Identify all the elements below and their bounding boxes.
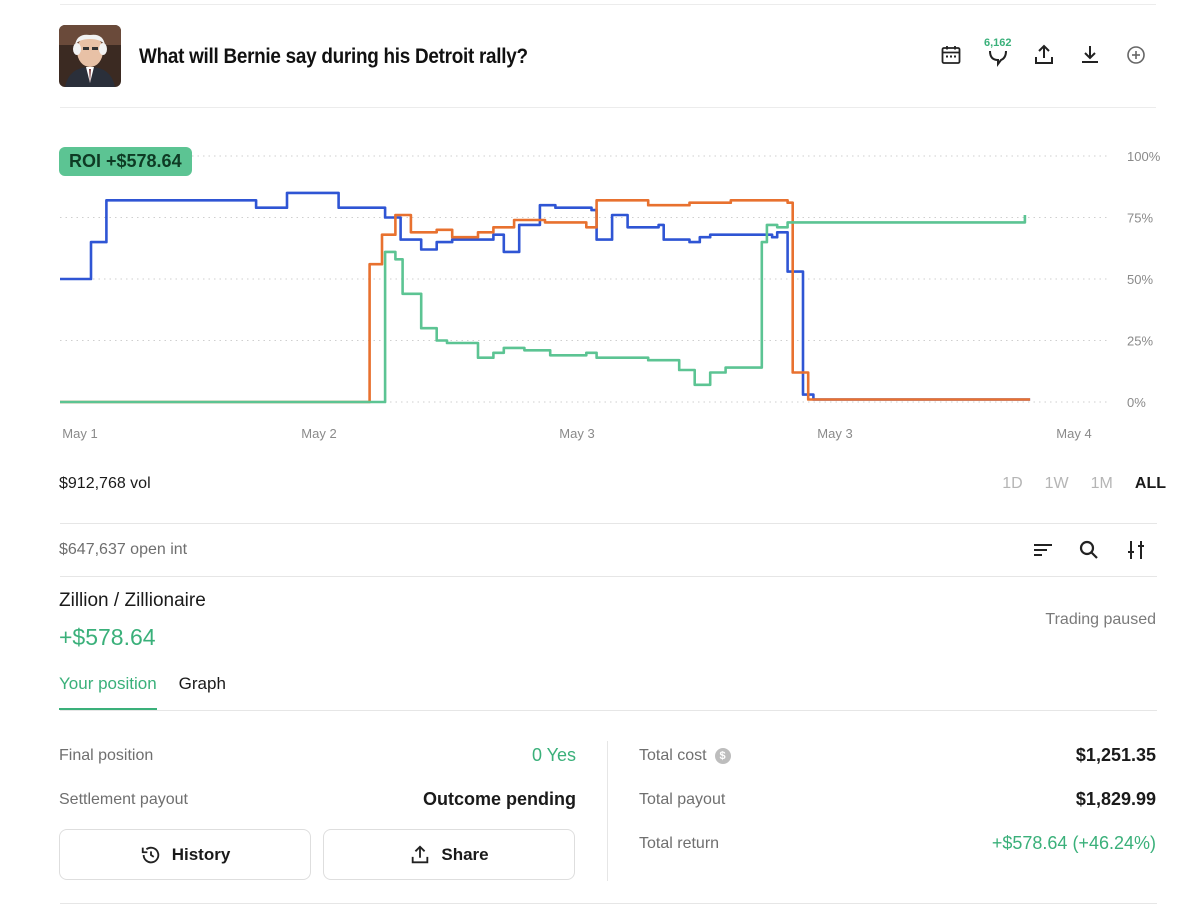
dollar-info-icon[interactable]: $	[714, 747, 731, 764]
range-1w[interactable]: 1W	[1045, 475, 1069, 493]
tab-graph[interactable]: Graph	[179, 674, 226, 710]
section-divider	[60, 710, 1157, 711]
total-payout-value: $1,829.99	[1075, 789, 1156, 809]
final-position-label: Final position	[59, 747, 154, 764]
history-button-label: History	[171, 844, 231, 864]
total-return-label: Total return	[639, 835, 720, 852]
y-tick-label: 25%	[1127, 334, 1153, 349]
market-avatar	[59, 25, 121, 87]
sort-icon[interactable]	[1031, 538, 1055, 562]
adjust-icon[interactable]	[1124, 538, 1148, 562]
series-line-2	[60, 199, 1031, 404]
add-circle-icon[interactable]	[1124, 43, 1148, 67]
section-divider	[60, 523, 1157, 524]
settlement-value: Outcome pending	[423, 789, 576, 809]
y-tick-label: 50%	[1127, 272, 1153, 287]
total-payout-label: Total payout	[639, 791, 726, 808]
share-button[interactable]: Share	[323, 829, 575, 880]
y-tick-label: 100%	[1127, 149, 1161, 164]
market-title: What will Bernie say during his Detroit …	[139, 45, 528, 68]
calendar-icon[interactable]	[939, 43, 963, 67]
bottom-divider	[60, 903, 1157, 904]
range-1d[interactable]: 1D	[1002, 475, 1022, 493]
series-line-3	[60, 215, 1027, 404]
x-tick-label: May 4	[1056, 426, 1091, 441]
roi-badge: ROI +$578.64	[59, 147, 192, 176]
upload-icon[interactable]	[1032, 43, 1056, 67]
history-button[interactable]: History	[59, 829, 311, 880]
comment-icon[interactable]	[986, 43, 1010, 67]
open-interest-label: $647,637 open int	[59, 541, 188, 558]
final-position-value: 0 Yes	[531, 745, 576, 765]
section-divider	[60, 576, 1157, 577]
x-tick-label: May 2	[301, 426, 336, 441]
position-tabs: Your position Graph	[59, 674, 226, 710]
share-icon	[412, 844, 429, 863]
y-tick-label: 0%	[1127, 395, 1146, 410]
total-return-value: +$578.64 (+46.24%)	[991, 833, 1156, 853]
range-1m[interactable]: 1M	[1091, 475, 1113, 493]
tab-your-position[interactable]: Your position	[59, 674, 157, 710]
time-range-selector: 1D 1W 1M ALL	[1002, 475, 1166, 493]
range-all[interactable]: ALL	[1135, 475, 1166, 493]
column-divider	[607, 741, 608, 881]
settlement-label: Settlement payout	[59, 791, 188, 808]
market-outcome-name: Zillion / Zillionaire	[59, 590, 206, 611]
search-icon[interactable]	[1077, 538, 1101, 562]
share-button-label: Share	[441, 844, 489, 864]
top-divider	[60, 4, 1156, 5]
market-gain: +$578.64	[59, 624, 156, 650]
volume-label: $912,768 vol	[59, 475, 151, 492]
x-tick-label: May 3	[817, 426, 852, 441]
y-tick-label: 75%	[1127, 211, 1153, 226]
total-cost-label-text: Total cost	[639, 747, 707, 764]
series-line-1	[60, 191, 1031, 401]
total-cost-value: $1,251.35	[1075, 745, 1156, 765]
market-header: What will Bernie say during his Detroit …	[59, 25, 1159, 89]
x-tick-label: May 3	[559, 426, 594, 441]
x-tick-label: May 1	[62, 426, 97, 441]
history-icon	[141, 846, 159, 863]
download-icon[interactable]	[1078, 43, 1102, 67]
total-cost-label: Total cost $	[639, 747, 731, 765]
trading-status: Trading paused	[1045, 611, 1156, 628]
